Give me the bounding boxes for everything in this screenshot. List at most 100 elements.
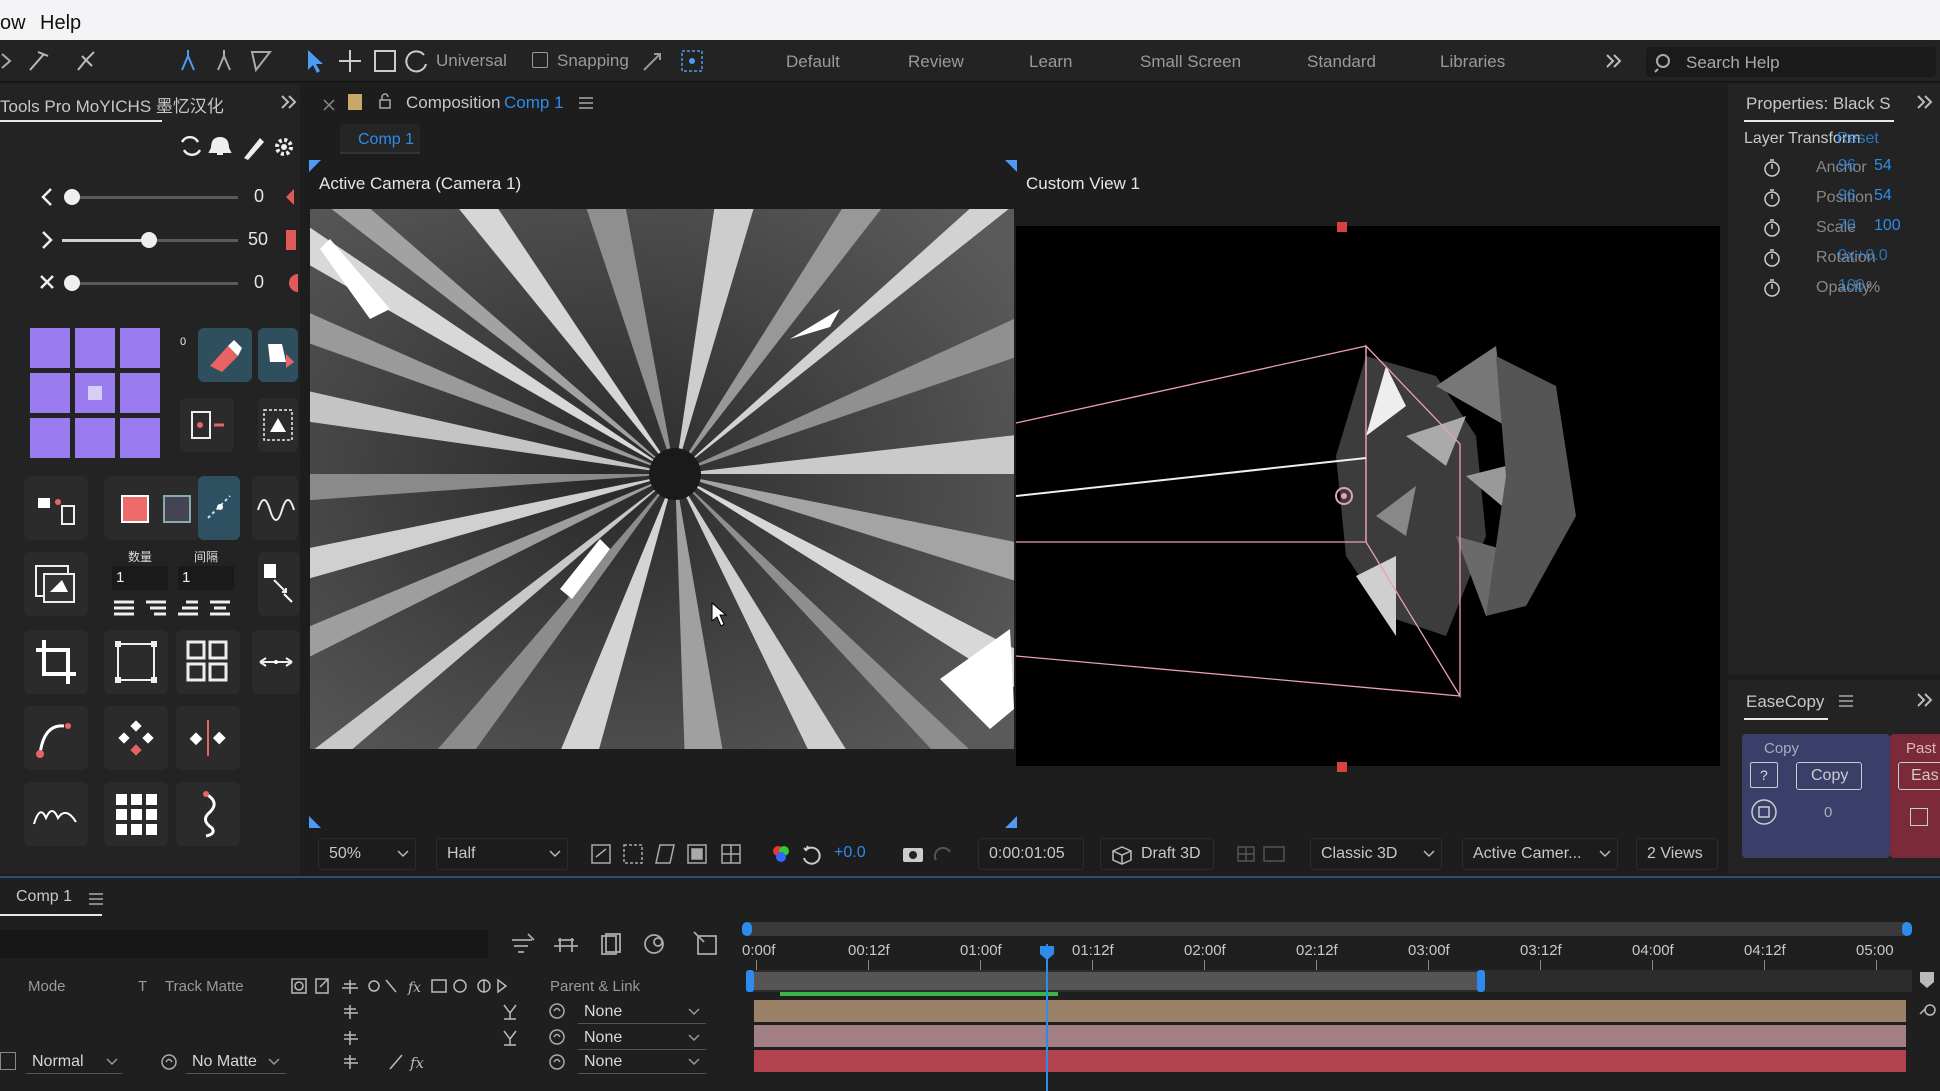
- selection-tool-icons[interactable]: [302, 46, 432, 76]
- property-value-1[interactable]: 70: [1838, 217, 1856, 235]
- lock-icon[interactable]: [378, 92, 392, 110]
- workspace-libraries[interactable]: Libraries: [1440, 52, 1505, 72]
- menu-item-window[interactable]: ow: [0, 12, 26, 35]
- layer-switch-header-icons[interactable]: fx: [290, 976, 512, 996]
- track-matte-dropdown[interactable]: No Matte: [186, 1050, 286, 1074]
- property-value-2[interactable]: 100: [1874, 217, 1901, 235]
- pick-whip-icon[interactable]: [548, 1001, 568, 1021]
- slider-3-track[interactable]: [70, 282, 238, 285]
- blend-mode-dropdown[interactable]: Normal: [26, 1050, 122, 1074]
- paste-option-checkbox[interactable]: [1910, 808, 1928, 826]
- timeline-tab[interactable]: Comp 1: [16, 888, 72, 906]
- shape-layer-button[interactable]: [156, 476, 200, 540]
- channel-reset-icons[interactable]: [770, 842, 828, 866]
- property-value-2[interactable]: 54: [1874, 157, 1892, 175]
- work-area-bar[interactable]: [746, 972, 1481, 990]
- active-camera-viewport[interactable]: [310, 209, 1014, 749]
- timeline-nav-icons[interactable]: [1916, 970, 1938, 1030]
- curve-tool-button[interactable]: [24, 706, 88, 770]
- pick-whip-icon[interactable]: [548, 1052, 568, 1072]
- null-object-button[interactable]: [198, 476, 240, 540]
- help-button[interactable]: ?: [1750, 762, 1778, 788]
- menu-item-help[interactable]: Help: [40, 12, 81, 35]
- align-to-comp-button[interactable]: [258, 398, 298, 452]
- wiggle-button[interactable]: [252, 476, 298, 540]
- slider-3-value[interactable]: 0: [254, 272, 264, 293]
- navigator-start-handle[interactable]: [742, 922, 752, 936]
- slider-3-knob[interactable]: [64, 275, 80, 291]
- slider-2-value[interactable]: 50: [248, 229, 268, 250]
- layer-switches[interactable]: [344, 1001, 524, 1021]
- renderer-dropdown[interactable]: Classic 3D: [1310, 838, 1442, 870]
- chevron-double-right-icon[interactable]: [1916, 94, 1934, 110]
- navigator-end-handle[interactable]: [1902, 922, 1912, 936]
- camera-handle-top[interactable]: [1337, 222, 1347, 232]
- panel-menu-icon[interactable]: [88, 892, 104, 906]
- align-icons-row[interactable]: [110, 598, 240, 620]
- bounding-box-button[interactable]: [104, 630, 168, 694]
- move-to-corner-button[interactable]: [258, 552, 300, 616]
- keyframe-align-button[interactable]: [176, 706, 240, 770]
- exposure-value[interactable]: +0.0: [834, 844, 866, 862]
- count-input-2[interactable]: 1: [178, 566, 234, 590]
- stopwatch-icon[interactable]: [1762, 217, 1782, 239]
- anchor-point-grid[interactable]: [28, 326, 164, 460]
- keyframe-spread-button[interactable]: [104, 706, 168, 770]
- parent-dropdown[interactable]: None: [578, 1000, 706, 1024]
- layer-bar[interactable]: [754, 1050, 1906, 1072]
- layer-bar[interactable]: [754, 1025, 1906, 1047]
- chevron-left-icon[interactable]: [40, 187, 54, 207]
- timecode-display[interactable]: 0:00:01:05: [978, 838, 1084, 870]
- fill-tool-button[interactable]: [258, 328, 298, 382]
- chevron-double-right-icon[interactable]: [280, 94, 298, 110]
- delete-icon[interactable]: [1750, 798, 1778, 826]
- distance-button[interactable]: [252, 630, 300, 694]
- precompose-button[interactable]: [24, 552, 88, 616]
- playhead-line[interactable]: [1045, 944, 1048, 1091]
- property-value-2[interactable]: 54: [1874, 187, 1892, 205]
- stopwatch-icon[interactable]: [1762, 277, 1782, 299]
- workspace-standard[interactable]: Standard: [1307, 52, 1376, 72]
- property-value-1[interactable]: 0x: [1838, 247, 1855, 265]
- crop-tool-button[interactable]: [24, 630, 88, 694]
- puppet-tools-icons[interactable]: [176, 48, 276, 74]
- stopwatch-icon[interactable]: [1762, 157, 1782, 179]
- workspace-default[interactable]: Default: [786, 52, 840, 72]
- playhead-handle[interactable]: [1038, 944, 1056, 962]
- work-area-start-handle[interactable]: [746, 970, 754, 992]
- timeline-switch-icons[interactable]: [508, 930, 720, 960]
- stopwatch-icon[interactable]: [1762, 247, 1782, 269]
- panel-header-icons[interactable]: [176, 132, 301, 162]
- slider-1-value[interactable]: 0: [254, 186, 264, 207]
- workspace-small-screen[interactable]: Small Screen: [1140, 52, 1241, 72]
- pick-whip-icon[interactable]: [548, 1027, 568, 1047]
- snap-options-icons[interactable]: [640, 48, 710, 74]
- distribute-button[interactable]: [24, 476, 88, 540]
- snapping-checkbox[interactable]: [532, 52, 548, 68]
- move-anchor-button[interactable]: [180, 398, 234, 452]
- layer-switches[interactable]: [344, 1027, 524, 1047]
- view-layout-dropdown[interactable]: 2 Views: [1636, 838, 1718, 870]
- property-value-1[interactable]: 96: [1838, 157, 1856, 175]
- count-input-1[interactable]: 1: [112, 566, 168, 590]
- close-icon[interactable]: [322, 98, 336, 112]
- chevron-double-right-icon[interactable]: [1604, 52, 1624, 70]
- ease-curve-button[interactable]: [24, 782, 88, 846]
- 3d-view-icons[interactable]: [1234, 842, 1288, 866]
- zoom-dropdown[interactable]: 50%: [318, 838, 416, 870]
- reset-link[interactable]: Reset: [1837, 130, 1879, 148]
- chevron-right-icon[interactable]: [40, 230, 54, 250]
- chevron-double-right-icon[interactable]: [1916, 692, 1934, 708]
- layer-search-field[interactable]: [0, 930, 488, 958]
- layer-switches[interactable]: fx: [344, 1051, 434, 1073]
- close-icon[interactable]: [38, 273, 56, 291]
- stopwatch-icon[interactable]: [1762, 187, 1782, 209]
- panel-menu-icon[interactable]: [578, 96, 594, 110]
- pick-whip-icon[interactable]: [160, 1052, 180, 1072]
- grid-split-button[interactable]: [176, 630, 240, 694]
- slider-1-knob[interactable]: [64, 189, 80, 205]
- workspace-review[interactable]: Review: [908, 52, 964, 72]
- composition-name[interactable]: Comp 1: [504, 93, 564, 113]
- draft-3d-toggle[interactable]: Draft 3D: [1100, 838, 1214, 870]
- time-navigator[interactable]: [742, 922, 1912, 936]
